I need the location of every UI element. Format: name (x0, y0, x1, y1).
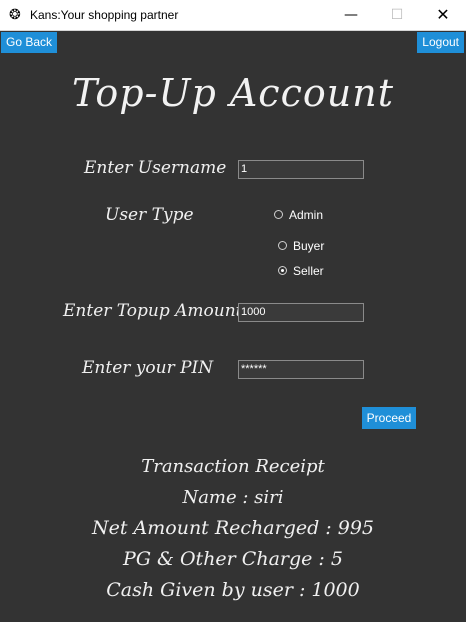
radio-seller[interactable]: Seller (278, 264, 324, 278)
pin-field[interactable]: ****** (238, 360, 364, 379)
radio-admin[interactable]: Admin (274, 208, 323, 222)
go-back-button[interactable]: Go Back (1, 32, 58, 53)
radio-seller-dot[interactable] (278, 266, 287, 276)
radio-buyer-label: Buyer (293, 239, 325, 253)
radio-admin-dot[interactable] (274, 210, 283, 220)
receipt-net-amount: Net Amount Recharged : 995 (91, 517, 375, 539)
main-content: Go Back Logout Top-Up Account Enter User… (0, 31, 466, 622)
receipt-name: Name : siri (182, 487, 284, 508)
logout-button[interactable]: Logout (417, 32, 464, 53)
maximize-icon[interactable]: ☐ (374, 0, 420, 31)
app-logo-icon: ❂ (9, 7, 21, 23)
radio-buyer[interactable]: Buyer (278, 239, 324, 253)
radio-buyer-dot[interactable] (278, 241, 287, 251)
topup-amount-label: Enter Topup Amount (63, 301, 243, 321)
window-titlebar: ❂ Kans:Your shopping partner — ☐ ✕ (0, 0, 466, 31)
radio-seller-label: Seller (293, 264, 324, 278)
page-title: Top-Up Account (72, 71, 394, 115)
minimize-icon[interactable]: — (328, 0, 374, 31)
username-label: Enter Username (84, 158, 227, 178)
radio-admin-label: Admin (289, 208, 324, 222)
user-type-label: User Type (105, 205, 194, 225)
pin-label: Enter your PIN (82, 358, 214, 378)
proceed-button[interactable]: Proceed (362, 407, 416, 429)
receipt-cash-given: Cash Given by user : 1000 (106, 579, 360, 601)
window-title: Kans:Your shopping partner (30, 8, 179, 22)
topup-amount-field[interactable]: 1000 (238, 303, 364, 322)
username-field[interactable]: 1 (238, 160, 364, 179)
receipt-pg-charge: PG & Other Charge : 5 (123, 548, 343, 570)
receipt-title: Transaction Receipt (141, 456, 325, 477)
close-icon[interactable]: ✕ (420, 0, 466, 31)
